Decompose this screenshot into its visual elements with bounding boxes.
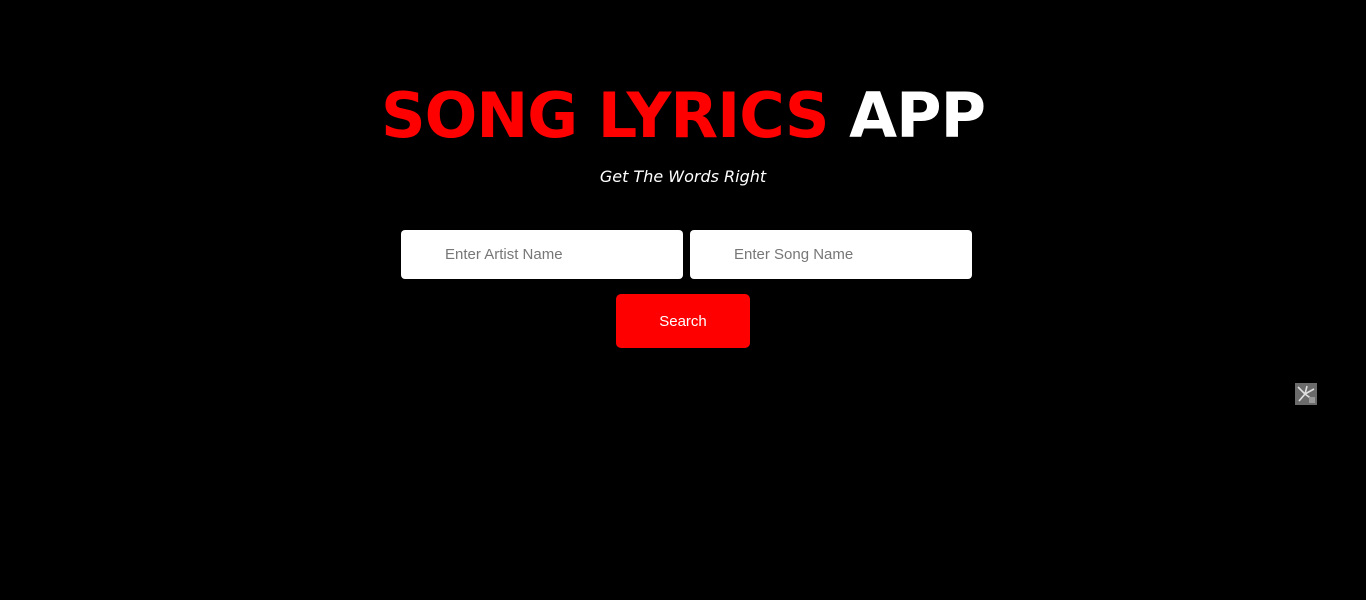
page-title: SONG LYRICS APP	[0, 78, 1366, 154]
page-subtitle: Get The Words Right	[599, 167, 767, 186]
search-button[interactable]: Search	[616, 294, 750, 348]
broken-image-icon[interactable]	[1295, 383, 1317, 405]
title-song-lyrics: SONG LYRICS	[380, 79, 830, 152]
song-name-input[interactable]	[690, 230, 972, 279]
title-app: APP	[849, 79, 986, 152]
artist-name-input[interactable]	[401, 230, 683, 279]
page: SONG LYRICS APP Get The Words Right Sear…	[0, 0, 1366, 600]
